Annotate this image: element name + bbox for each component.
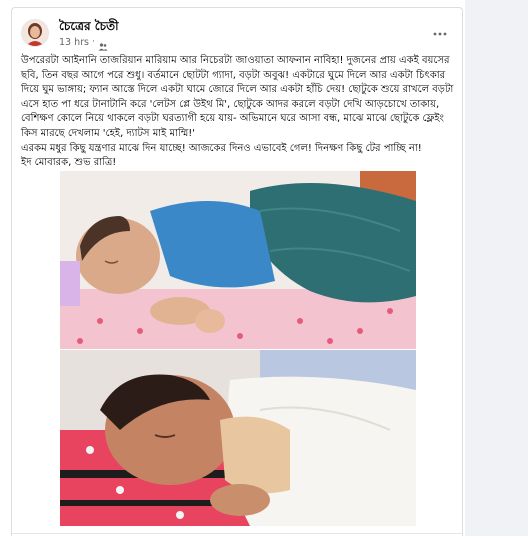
- card-divider: [12, 533, 462, 534]
- post-text: উপরেরটা আইনানি তাজরিয়ান মারিয়াম আর নিচ…: [21, 54, 461, 171]
- friends-icon[interactable]: [98, 37, 108, 51]
- photo-top[interactable]: [60, 171, 416, 349]
- photo-bottom[interactable]: [60, 350, 416, 526]
- post-paragraph: এরকম মধুর কিছু যন্ত্রণার মাঝে দিন যাচ্ছে…: [21, 142, 422, 154]
- post-paragraph: ইদ মোবারক, শুভ রাত্রি!: [21, 157, 117, 169]
- post-timestamp[interactable]: 13 hrs: [59, 37, 89, 48]
- author-avatar[interactable]: [21, 19, 49, 47]
- post-meta: 13 hrs ·: [59, 36, 108, 51]
- feed-background: [465, 0, 528, 536]
- post-paragraph: উপরেরটা আইনানি তাজরিয়ান মারিয়াম আর নিচ…: [21, 55, 454, 139]
- author-name[interactable]: চৈত্রের চৈতী: [59, 18, 119, 38]
- post-card: চৈত্রের চৈতী 13 hrs · উপরেরটা আইনানি তাজ…: [11, 7, 463, 536]
- meta-separator: ·: [91, 37, 95, 47]
- more-horizontal-icon: [433, 21, 447, 40]
- post-options-button[interactable]: [429, 21, 451, 39]
- post-header: চৈত্রের চৈতী 13 hrs ·: [21, 17, 453, 51]
